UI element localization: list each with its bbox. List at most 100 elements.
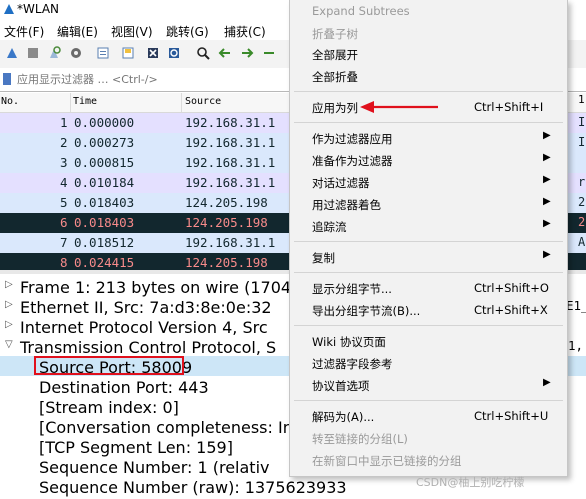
packet-no: 2 [60, 135, 68, 150]
menu-item-conversation-filter[interactable]: 对话过滤器 ▶ [290, 171, 567, 193]
stop-capture-icon[interactable] [26, 46, 40, 60]
expand-arrow-icon[interactable]: ▷ [5, 319, 13, 330]
menu-separator [294, 272, 563, 273]
packet-time: 0.018403 [74, 215, 135, 230]
menu-item-go-to-linked-packet: 转至链接的分组(L) [312, 432, 408, 446]
menu-item-copy[interactable]: 复制 ▶ [290, 246, 567, 268]
shortcut-label: Ctrl+Shift+X [474, 303, 548, 317]
shortcut-label: Ctrl+Shift+I [474, 100, 544, 114]
hidden-column-peek: 1 [578, 93, 585, 106]
packet-source: 192.168.31.1 [185, 235, 276, 250]
packet-no: 1 [60, 115, 68, 130]
hidden-column-peek: I [578, 135, 586, 149]
expand-arrow-icon[interactable]: ▷ [5, 299, 13, 310]
packet-time: 0.000000 [74, 115, 135, 130]
packet-time: 0.000815 [74, 155, 135, 170]
watermark: CSDN@柚上别吃柠檬 [416, 476, 525, 489]
menu-item-wiki-protocol-page[interactable]: Wiki 协议页面 [290, 330, 567, 352]
menu-item-decode-as[interactable]: 解码为(A)... Ctrl+Shift+U [290, 405, 567, 427]
wireshark-fin-icon [4, 4, 14, 14]
go-back-icon[interactable] [218, 46, 232, 60]
packet-source: 192.168.31.1 [185, 175, 276, 190]
menu-item-follow-stream[interactable]: 追踪流 ▶ [290, 215, 567, 237]
packet-time: 0.018403 [74, 195, 135, 210]
collapse-arrow-icon[interactable]: ▽ [5, 339, 13, 350]
start-capture-icon[interactable] [5, 46, 19, 60]
window-title: *WLAN [17, 2, 60, 16]
restart-capture-icon[interactable] [47, 46, 61, 60]
menu-item-show-packet-bytes[interactable]: 显示分组字节... Ctrl+Shift+O [290, 277, 567, 299]
go-forward-icon[interactable] [240, 46, 254, 60]
packet-no: 4 [60, 175, 68, 190]
shortcut-label: Ctrl+Shift+U [474, 409, 549, 423]
menu-item-apply-as-filter[interactable]: 作为过滤器应用 ▶ [290, 127, 567, 149]
find-packet-icon[interactable] [196, 46, 210, 60]
column-header-no[interactable]: No. [1, 96, 19, 110]
submenu-arrow-icon: ▶ [543, 249, 551, 260]
packet-source: 124.205.198 [185, 215, 268, 230]
menu-item-collapse-all[interactable]: 全部折叠 [290, 65, 567, 87]
packet-no: 8 [60, 255, 68, 270]
close-file-icon[interactable] [146, 46, 160, 60]
source-port-highlight-box [34, 356, 184, 375]
hidden-column-peek: 2 [578, 215, 586, 229]
column-separator [181, 93, 182, 112]
menu-item-prepare-as-filter[interactable]: 准备作为过滤器 ▶ [290, 149, 567, 171]
menu-capture[interactable]: 捕获(C) [224, 23, 266, 40]
go-to-packet-icon[interactable] [262, 46, 276, 60]
menu-item-protocol-preferences[interactable]: 协议首选项 ▶ [290, 374, 567, 396]
filter-bookmark-icon[interactable] [3, 73, 11, 85]
context-menu: Expand Subtrees 折叠子树 全部展开 全部折叠 应用为列 Ctrl… [289, 0, 568, 477]
packet-source: 124.205.198 [185, 195, 268, 210]
shortcut-label: Ctrl+Shift+O [474, 281, 549, 295]
menu-go[interactable]: 跳转(G) [166, 23, 209, 40]
menu-view[interactable]: 视图(V) [111, 23, 153, 40]
display-filter-input[interactable]: 应用显示过滤器 … <Ctrl-/> [17, 71, 158, 87]
expand-arrow-icon[interactable]: ▷ [5, 279, 13, 290]
menu-item-export-packet-bytes[interactable]: 导出分组字节流(B)... Ctrl+Shift+X [290, 299, 567, 321]
menu-item-filter-field-reference[interactable]: 过滤器字段参考 [290, 352, 567, 374]
hidden-column-peek: r [578, 175, 586, 189]
packet-time: 0.018512 [74, 235, 135, 250]
open-file-icon[interactable] [96, 46, 110, 60]
menu-item-expand-subtrees: Expand Subtrees [312, 4, 410, 18]
column-separator [70, 93, 71, 112]
menu-separator [294, 122, 563, 123]
submenu-arrow-icon: ▶ [543, 152, 551, 163]
hidden-column-peek: 2 [578, 195, 586, 209]
packet-source: 192.168.31.1 [185, 155, 276, 170]
menu-separator [294, 325, 563, 326]
capture-options-icon[interactable] [69, 46, 83, 60]
column-header-time[interactable]: Time [73, 96, 97, 110]
submenu-arrow-icon: ▶ [543, 196, 551, 207]
submenu-arrow-icon: ▶ [543, 377, 551, 388]
packet-no: 5 [60, 195, 68, 210]
menu-file[interactable]: 文件(F) [4, 23, 44, 40]
packet-no: 3 [60, 155, 68, 170]
packet-no: 7 [60, 235, 68, 250]
packet-source: 192.168.31.1 [185, 115, 276, 130]
packet-source: 124.205.198 [185, 255, 268, 270]
menu-item-colorize-with-filter[interactable]: 用过滤器着色 ▶ [290, 193, 567, 215]
save-file-icon[interactable] [121, 46, 135, 60]
hidden-detail-peek: 1, [568, 338, 584, 353]
menu-separator [294, 241, 563, 242]
menu-item-collapse-subtrees: 折叠子树 [312, 27, 358, 41]
column-header-source[interactable]: Source [185, 96, 221, 110]
submenu-arrow-icon: ▶ [543, 174, 551, 185]
packet-time: 0.000273 [74, 135, 135, 150]
packet-no: 6 [60, 215, 68, 230]
menu-separator [294, 400, 563, 401]
menu-item-show-linked-packet-new-window: 在新窗口中显示已链接的分组 [312, 454, 462, 468]
submenu-arrow-icon: ▶ [543, 218, 551, 229]
menu-item-expand-all[interactable]: 全部展开 [290, 43, 567, 65]
menu-separator [294, 91, 563, 92]
reload-file-icon[interactable] [167, 46, 181, 60]
packet-time: 0.024415 [74, 255, 135, 270]
hidden-column-peek: A [578, 235, 586, 249]
hidden-column-peek: I [578, 115, 586, 129]
packet-time: 0.010184 [74, 175, 135, 190]
hidden-detail-peek: E1_ [566, 298, 586, 313]
packet-source: 192.168.31.1 [185, 135, 276, 150]
menu-edit[interactable]: 编辑(E) [57, 23, 98, 40]
